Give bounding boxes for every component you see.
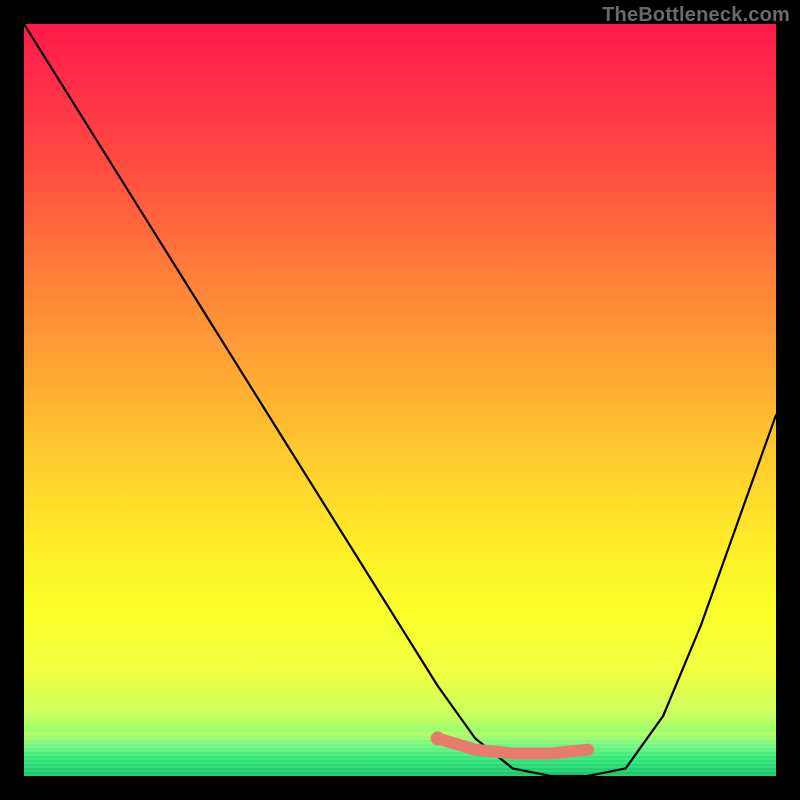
plot-area	[24, 24, 776, 776]
chart-container: TheBottleneck.com	[0, 0, 800, 800]
watermark-text: TheBottleneck.com	[602, 4, 790, 27]
highlight-band	[431, 731, 588, 753]
curve-svg	[24, 24, 776, 776]
main-curve	[24, 24, 776, 776]
